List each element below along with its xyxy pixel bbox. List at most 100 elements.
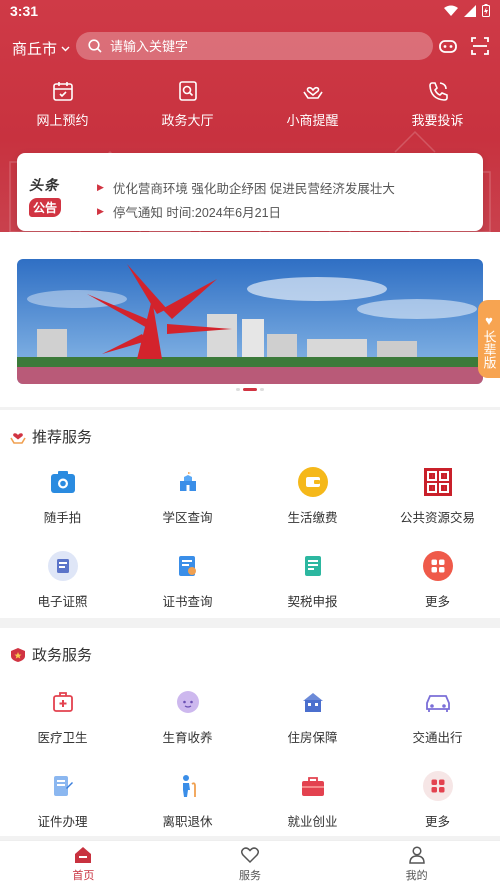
seal-icon <box>423 468 452 496</box>
service-e-license[interactable]: 电子证照 <box>0 549 125 633</box>
medical-kit-icon <box>52 692 73 712</box>
certificate-icon <box>178 556 196 576</box>
more-icon <box>422 771 453 801</box>
elder-mode-label: 长辈版 <box>481 330 497 369</box>
calendar-icon <box>52 82 73 101</box>
quick-action-reminder[interactable]: 小商提醒 <box>250 80 375 129</box>
service-label: 生育收养 <box>162 731 213 745</box>
tab-home[interactable]: 首页 <box>0 841 167 888</box>
wallet-icon <box>297 467 328 497</box>
shield-star-icon <box>11 647 25 662</box>
carousel-indicator <box>0 388 500 391</box>
quick-action-appointment[interactable]: 网上预约 <box>0 80 125 129</box>
tab-label: 服务 <box>239 870 261 882</box>
signal-icon <box>464 4 476 17</box>
service-school-district[interactable]: 学区查询 <box>125 465 250 549</box>
service-utility-payment[interactable]: 生活缴费 <box>250 465 375 549</box>
arrow-right-icon: ▶ <box>97 181 104 192</box>
house-icon <box>302 693 323 712</box>
carousel-dot-active[interactable] <box>243 388 257 391</box>
banner-area <box>0 232 500 407</box>
service-birth-adoption[interactable]: 生育收养 <box>125 685 250 769</box>
quick-action-label: 小商提醒 <box>286 113 339 128</box>
sculpture-photo <box>17 259 483 384</box>
headline-badge: 头条 公告 <box>29 175 69 217</box>
car-icon <box>425 695 450 712</box>
headline-badge-bottom: 公告 <box>29 198 62 217</box>
service-more[interactable]: 更多 <box>375 549 500 633</box>
wifi-icon <box>444 5 458 16</box>
recommended-services-section: 推荐服务 随手拍 学区查询 生活缴费 公共资源交易 电子证照 证书查询 契税申报… <box>0 410 500 618</box>
service-label: 就业创业 <box>287 815 338 829</box>
service-label: 生活缴费 <box>287 511 338 525</box>
carousel-dot[interactable] <box>236 388 240 391</box>
service-transport[interactable]: 交通出行 <box>375 685 500 769</box>
elder-icon <box>182 775 196 797</box>
baby-icon <box>176 691 199 713</box>
section-title: 政务服务 <box>32 647 93 664</box>
document-icon <box>53 776 73 796</box>
status-time: 3:31 <box>10 3 39 19</box>
city-selector[interactable]: 商丘市 <box>12 38 70 59</box>
quick-actions: 网上预约 政务大厅 小商提醒 我要投诉 <box>0 80 500 129</box>
service-label: 电子证照 <box>37 595 88 609</box>
more-icon <box>422 551 453 581</box>
user-icon <box>408 846 425 864</box>
carousel-dot[interactable] <box>260 388 264 391</box>
tab-profile[interactable]: 我的 <box>333 841 500 888</box>
elder-mode-button[interactable]: ♥ 长辈版 <box>478 300 500 378</box>
search-doc-icon <box>178 81 197 101</box>
banner-image[interactable] <box>17 259 483 384</box>
service-certificate-query[interactable]: 证书查询 <box>125 549 250 633</box>
service-label: 医疗卫生 <box>37 731 88 745</box>
notice-item[interactable]: ▶ 停气通知 时间:2024年6月21日 <box>97 199 395 223</box>
hand-heart-section-icon <box>10 432 26 444</box>
phone-icon <box>428 82 448 101</box>
service-label: 契税申报 <box>287 595 338 609</box>
notice-item[interactable]: ▶ 优化营商环境 强化助企纾困 促进民营经济发展壮大 <box>97 175 395 199</box>
quick-action-label: 网上预约 <box>36 113 89 128</box>
headline-notice-card[interactable]: 头条 公告 ▶ 优化营商环境 强化助企纾困 促进民营经济发展壮大 ▶ 停气通知 … <box>17 153 483 231</box>
service-label: 学区查询 <box>162 511 213 525</box>
service-label: 住房保障 <box>287 731 338 745</box>
city-name: 商丘市 <box>12 41 58 58</box>
robot-assistant-icon[interactable] <box>438 36 458 56</box>
tab-label: 首页 <box>72 870 95 882</box>
battery-icon <box>482 4 490 17</box>
headline-badge-top: 头条 <box>29 177 59 193</box>
service-label: 证件办理 <box>37 815 88 829</box>
quick-action-gov-hall[interactable]: 政务大厅 <box>125 80 250 129</box>
quick-action-label: 我要投诉 <box>411 113 464 128</box>
tab-label: 我的 <box>405 870 428 882</box>
search-bar[interactable] <box>76 32 433 60</box>
service-label: 随手拍 <box>43 511 82 525</box>
heart-icon <box>241 847 259 864</box>
school-icon <box>179 472 196 491</box>
notice-text: 停气通知 时间:2024年6月21日 <box>112 205 282 220</box>
id-card-icon <box>47 551 78 581</box>
service-housing[interactable]: 住房保障 <box>250 685 375 769</box>
service-label: 更多 <box>424 815 450 829</box>
search-input[interactable] <box>110 38 410 54</box>
scan-icon[interactable] <box>470 36 490 56</box>
service-medical[interactable]: 医疗卫生 <box>0 685 125 769</box>
hands-heart-icon <box>302 86 323 99</box>
service-label: 交通出行 <box>412 731 463 745</box>
service-label: 证书查询 <box>162 595 213 609</box>
home-icon <box>75 847 92 863</box>
gov-services-section: 政务服务 医疗卫生 生育收养 住房保障 交通出行 证件办理 离职退休 就业创业 … <box>0 628 500 836</box>
quick-action-label: 政务大厅 <box>161 113 214 128</box>
notice-text: 优化营商环境 强化助企纾困 促进民营经济发展壮大 <box>112 181 395 196</box>
briefcase-icon <box>301 777 324 796</box>
heart-icon: ♥ <box>481 313 497 328</box>
quick-action-complaint[interactable]: 我要投诉 <box>375 80 500 129</box>
service-snapshot[interactable]: 随手拍 <box>0 465 125 549</box>
tab-services[interactable]: 服务 <box>167 841 334 888</box>
tax-doc-icon <box>304 556 321 576</box>
service-label: 离职退休 <box>162 815 213 829</box>
search-icon <box>88 39 102 53</box>
arrow-right-icon: ▶ <box>97 205 104 216</box>
service-deed-tax[interactable]: 契税申报 <box>250 549 375 633</box>
camera-icon <box>50 471 75 493</box>
service-public-resource-trading[interactable]: 公共资源交易 <box>375 465 500 549</box>
